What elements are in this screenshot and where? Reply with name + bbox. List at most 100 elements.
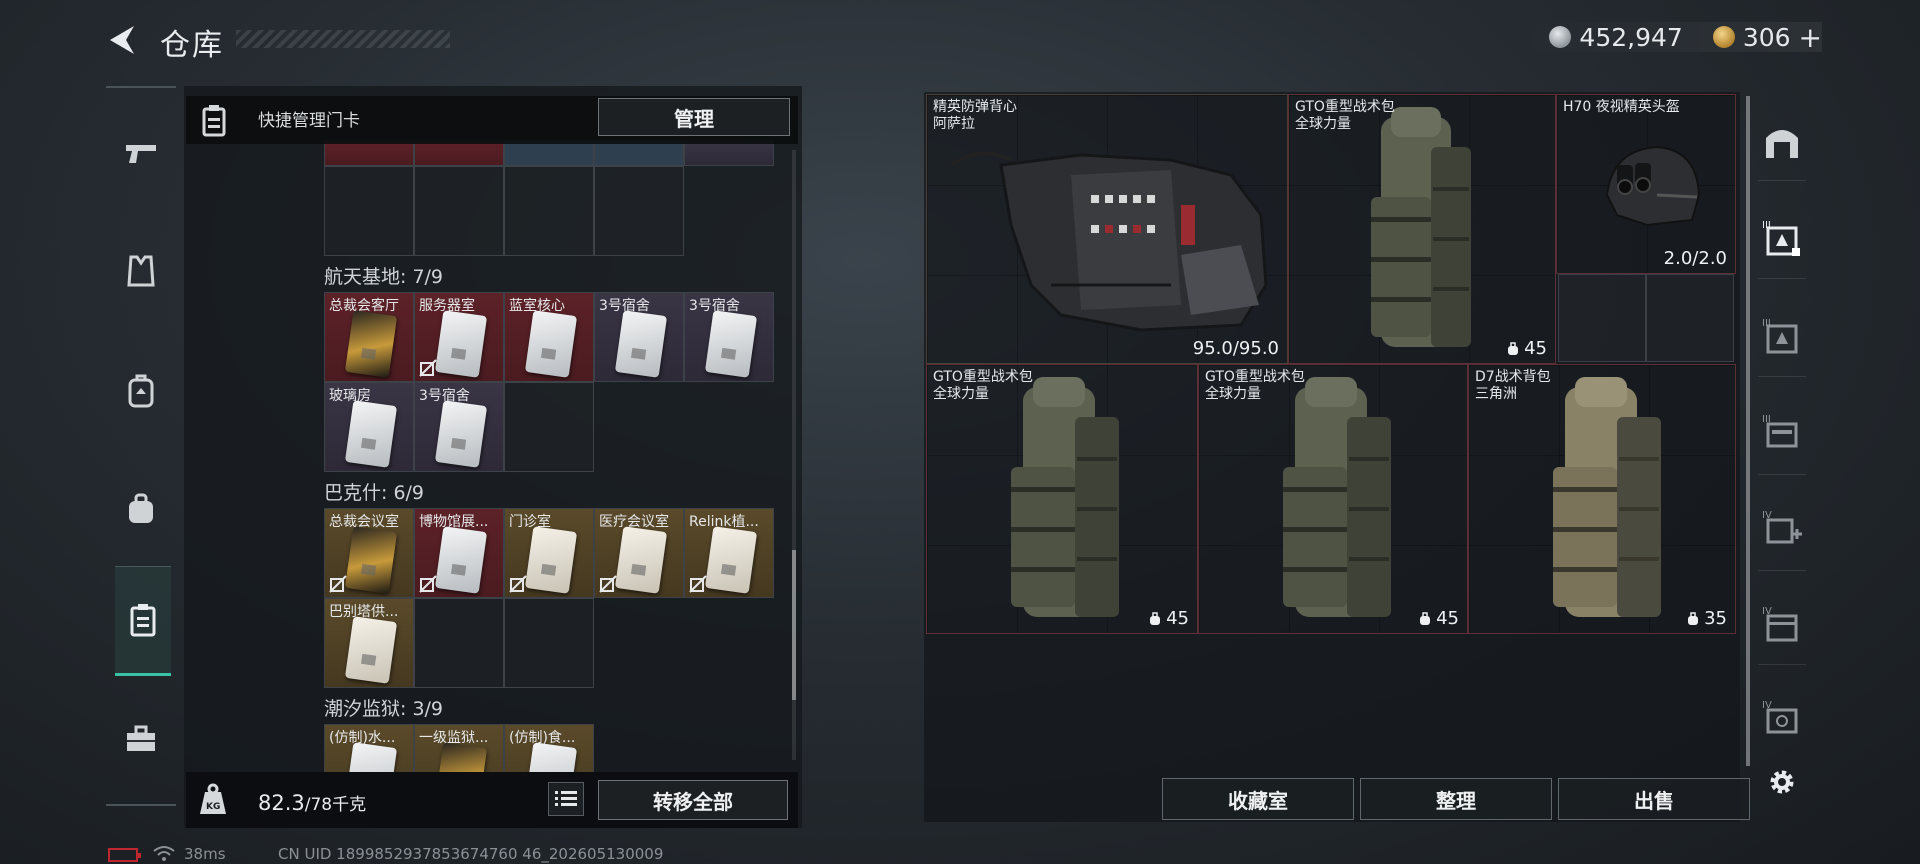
stash-item-gto-backpack[interactable]: GTO重型战术包 全球力量 45 xyxy=(1198,364,1468,634)
item-name: 精英防弹背心 xyxy=(933,99,1017,115)
rail-toolbox[interactable] xyxy=(116,714,166,764)
silver-currency-value: 452,947 xyxy=(1579,22,1683,52)
uid-readout: CN UID 1899852937853674760 46_2026051300… xyxy=(278,845,664,863)
empty-slot[interactable] xyxy=(414,166,504,256)
keycard-label: (仿制)食... xyxy=(509,730,576,746)
keycard-slot[interactable]: Relink植... xyxy=(684,508,774,598)
keycard-slot[interactable]: 3号宿舍 xyxy=(414,382,504,472)
keycard-slot[interactable]: (仿制)食... xyxy=(504,724,594,772)
stash-item-h70-helmet[interactable]: H70 夜视精英头盔 2.0/2.0 xyxy=(1556,94,1736,274)
backpack-image xyxy=(1553,377,1661,617)
keycard-slot[interactable]: 博物馆展... xyxy=(414,508,504,598)
stash-tier-IV-icon: IV xyxy=(1762,700,1798,734)
keycard-holder-icon xyxy=(130,604,156,637)
keycard-slot[interactable]: 总裁会议室 xyxy=(324,508,414,598)
empty-slot[interactable] xyxy=(414,598,504,688)
keycard-slot[interactable]: 3号宿舍 xyxy=(684,292,774,382)
organize-button[interactable]: 整理 xyxy=(1360,778,1552,820)
item-name: H70 夜视精英头盔 xyxy=(1563,99,1680,115)
back-arrow-icon[interactable] xyxy=(104,22,140,58)
keycard-slot[interactable]: 蓝室核心 xyxy=(504,292,594,382)
stash-item-gto-backpack[interactable]: GTO重型战术包 全球力量 45 xyxy=(1288,94,1556,364)
stash-tier-IV-plus-icon: IV xyxy=(1762,510,1802,544)
keycard-label: 门诊室 xyxy=(509,514,551,530)
empty-slot[interactable] xyxy=(1558,274,1646,362)
keycard-image xyxy=(704,526,758,594)
keycard-slot[interactable]: 总裁会客厅 xyxy=(324,292,414,382)
capacity-value: 45 xyxy=(1436,608,1459,629)
keycard-label: Relink植... xyxy=(689,514,759,530)
item-name: D7战术背包 xyxy=(1475,369,1551,385)
empty-slot[interactable] xyxy=(504,166,594,256)
keycard-slot[interactable]: 门诊室 xyxy=(504,508,594,598)
rail-stash-overview[interactable] xyxy=(1762,122,1802,162)
keycard-slot[interactable]: (仿制)水... xyxy=(324,724,414,772)
gold-coin-icon xyxy=(1712,26,1735,48)
keycard-label: 总裁会议室 xyxy=(329,514,399,530)
keycard-label: (仿制)水... xyxy=(329,730,396,746)
empty-slot[interactable] xyxy=(1646,274,1734,362)
capacity-readout: 35 xyxy=(1686,608,1727,629)
rail-backpack[interactable] xyxy=(116,366,166,416)
keycard-slot[interactable]: 玻璃房 xyxy=(324,382,414,472)
rail-stash-tier-3a[interactable]: III xyxy=(1762,218,1802,258)
rail-separator xyxy=(1758,180,1806,181)
capacity-value: 45 xyxy=(1166,608,1189,629)
section-title-bakesh: 巴克什: 6/9 xyxy=(324,482,425,504)
empty-slot[interactable] xyxy=(594,166,684,256)
rail-stash-tier-4a[interactable]: IV xyxy=(1762,508,1802,548)
backpack-icon xyxy=(128,374,154,408)
capacity-icon xyxy=(1150,611,1161,625)
keycard-grid-aerospace: 总裁会客厅 服务器室 蓝室核心 3号宿舍 3号宿舍 玻璃房 3号宿舍 xyxy=(324,292,774,472)
backpack-image xyxy=(1011,377,1119,617)
keycard-image xyxy=(524,310,578,378)
rail-stash-tier-4c[interactable]: IV xyxy=(1762,698,1802,738)
item-subname: 全球力量 xyxy=(1295,116,1351,132)
sell-button[interactable]: 出售 xyxy=(1558,778,1750,820)
empty-slot[interactable] xyxy=(504,382,594,472)
add-currency-button[interactable]: + xyxy=(1799,21,1822,54)
weight-readout: 82.3/78千克 xyxy=(258,790,366,815)
stash-item-elite-vest[interactable]: 精英防弹背心 阿萨拉 95.0/95.0 xyxy=(926,94,1288,364)
title-decoration xyxy=(236,30,450,48)
keycard-slot[interactable]: 巴别塔供... xyxy=(324,598,414,688)
list-view-button[interactable] xyxy=(548,782,584,816)
item-subname: 全球力量 xyxy=(933,386,989,402)
rail-armor[interactable] xyxy=(116,246,166,296)
stash-tier-III-icon: III xyxy=(1762,414,1798,448)
keycard-slot[interactable]: 医疗会议室 xyxy=(594,508,684,598)
rail-stash-tier-4b[interactable]: IV xyxy=(1762,604,1802,644)
rail-stash-tier-3b[interactable]: III xyxy=(1762,316,1802,356)
transfer-all-button[interactable]: 转移全部 xyxy=(598,780,788,820)
weight-value: 82.3 xyxy=(258,791,305,815)
capacity-readout: 45 xyxy=(1418,608,1459,629)
stash-scrollbar[interactable] xyxy=(1746,96,1750,766)
manage-button[interactable]: 管理 xyxy=(598,98,790,136)
empty-slot[interactable] xyxy=(324,166,414,256)
rail-gear[interactable] xyxy=(116,484,166,534)
rail-weapons[interactable] xyxy=(116,128,166,178)
keycard-slot[interactable]: 3号宿舍 xyxy=(594,292,684,382)
toolbox-icon xyxy=(127,725,155,751)
collection-room-button[interactable]: 收藏室 xyxy=(1162,778,1354,820)
unlinked-icon xyxy=(329,575,347,593)
keycard-label: 医疗会议室 xyxy=(599,514,669,530)
keycard-grid-bakesh: 总裁会议室 博物馆展... 门诊室 医疗会议室 Relink植... 巴别塔供... xyxy=(324,508,774,688)
empty-slot[interactable] xyxy=(504,598,594,688)
rail-stash-tier-3c[interactable]: III xyxy=(1762,412,1802,452)
silver-coin-icon xyxy=(1549,26,1572,48)
backpack-image xyxy=(1283,377,1391,617)
settings-button[interactable] xyxy=(1762,762,1802,802)
keycard-slot[interactable]: 服务器室 xyxy=(414,292,504,382)
section-title-tide-prison: 潮汐监狱: 3/9 xyxy=(324,698,444,720)
keycard-slot[interactable]: 一级监狱... xyxy=(414,724,504,772)
keycard-scroll-thumb[interactable] xyxy=(792,550,796,700)
keycard-grid-tide-prison: (仿制)水... 一级监狱... (仿制)食... xyxy=(324,724,774,772)
stash-item-d7-backpack[interactable]: D7战术背包 三角洲 35 xyxy=(1468,364,1736,634)
pistol-icon xyxy=(126,145,156,163)
keycard-image xyxy=(524,526,578,594)
rail-keycards[interactable] xyxy=(115,566,171,676)
stash-item-gto-backpack[interactable]: GTO重型战术包 全球力量 45 xyxy=(926,364,1198,634)
battery-low-icon xyxy=(108,848,141,862)
keycard-image xyxy=(344,400,398,468)
